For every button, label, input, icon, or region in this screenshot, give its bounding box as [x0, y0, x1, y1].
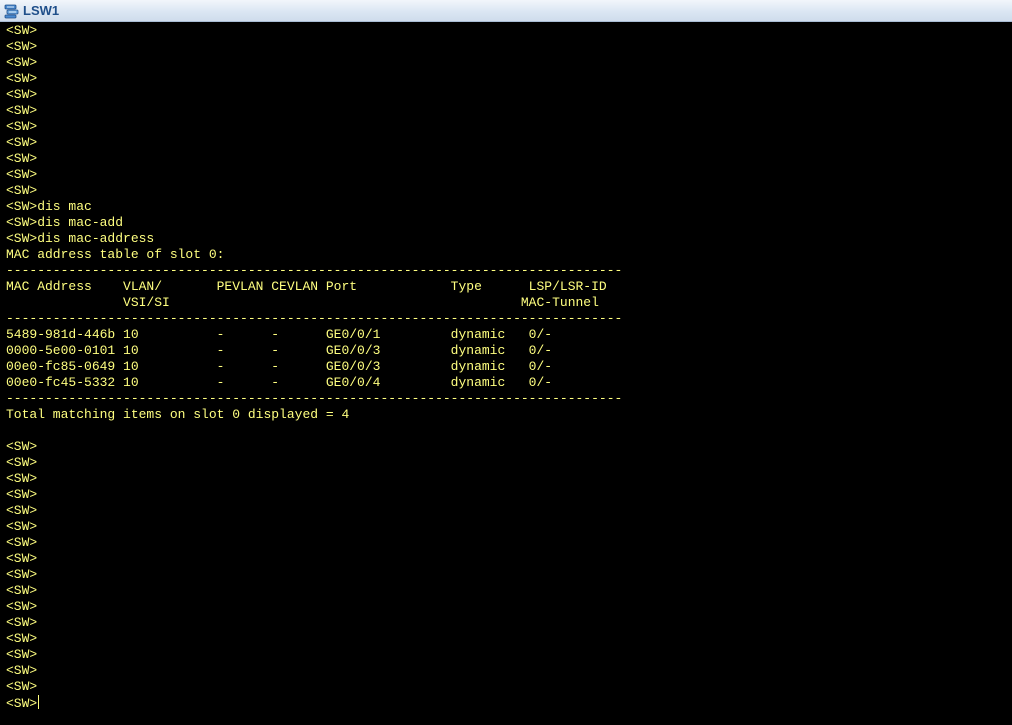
terminal-line: <SW>	[6, 487, 38, 502]
terminal-line: MAC Address VLAN/ PEVLAN CEVLAN Port Typ…	[6, 279, 607, 294]
terminal-line: <SW>	[6, 455, 38, 470]
terminal-line: <SW>	[6, 39, 38, 54]
terminal-line: <SW>	[6, 551, 38, 566]
terminal-line: <SW>	[6, 503, 38, 518]
terminal-line: <SW>	[6, 439, 38, 454]
terminal-line: 00e0-fc45-5332 10 - - GE0/0/4 dynamic 0/…	[6, 375, 553, 390]
terminal-line: <SW>	[6, 663, 38, 678]
terminal-line: <SW>	[6, 71, 38, 86]
text-cursor	[38, 695, 40, 709]
terminal-line: 5489-981d-446b 10 - - GE0/0/1 dynamic 0/…	[6, 327, 553, 342]
terminal-window: LSW1 <SW> <SW> <SW> <SW> <SW> <SW> <SW> <SW> <SW…	[0, 0, 1012, 725]
terminal-line: <SW>	[6, 583, 38, 598]
terminal-line: <SW>	[6, 135, 38, 150]
terminal-line: <SW>	[6, 535, 38, 550]
terminal-line: <SW>	[6, 167, 38, 182]
window-title: LSW1	[23, 3, 60, 18]
terminal-line: <SW>	[6, 23, 38, 38]
terminal-line: ----------------------------------------…	[6, 311, 623, 326]
terminal-line: <SW>	[6, 567, 38, 582]
terminal-line: <SW>	[6, 519, 38, 534]
terminal-line: <SW>	[6, 679, 38, 694]
terminal-line: <SW>	[6, 119, 38, 134]
terminal-line: <SW>dis mac-add	[6, 215, 124, 230]
active-prompt-line[interactable]: <SW>	[6, 695, 622, 711]
terminal-line: <SW>	[6, 87, 38, 102]
terminal-line: <SW>dis mac-address	[6, 231, 155, 246]
terminal-line: 0000-5e00-0101 10 - - GE0/0/3 dynamic 0/…	[6, 343, 553, 358]
terminal-line: <SW>	[6, 151, 38, 166]
network-switch-icon	[4, 4, 19, 19]
terminal-line: VSI/SI MAC-Tunnel	[6, 295, 599, 310]
terminal-console[interactable]: <SW> <SW> <SW> <SW> <SW> <SW> <SW> <SW> <SW> <SW>…	[0, 22, 1012, 725]
title-bar[interactable]: LSW1	[0, 0, 1012, 22]
command-prompt: <SW>	[6, 696, 38, 711]
terminal-line: ----------------------------------------…	[6, 263, 623, 278]
terminal-line: <SW>	[6, 647, 38, 662]
terminal-line: <SW>	[6, 471, 38, 486]
terminal-line: MAC address table of slot 0:	[6, 247, 225, 262]
terminal-line: <SW>	[6, 599, 38, 614]
terminal-line: <SW>	[6, 183, 38, 198]
terminal-line: <SW>	[6, 631, 38, 646]
terminal-line: <SW>	[6, 615, 38, 630]
terminal-line: 00e0-fc85-0649 10 - - GE0/0/3 dynamic 0/…	[6, 359, 553, 374]
terminal-output: <SW> <SW> <SW> <SW> <SW> <SW> <SW> <SW> <SW> <SW>…	[6, 23, 622, 711]
terminal-line: <SW>dis mac	[6, 199, 92, 214]
terminal-line: <SW>	[6, 55, 38, 70]
terminal-line: Total matching items on slot 0 displayed…	[6, 407, 350, 422]
terminal-line: ----------------------------------------…	[6, 391, 623, 406]
terminal-line: <SW>	[6, 103, 38, 118]
